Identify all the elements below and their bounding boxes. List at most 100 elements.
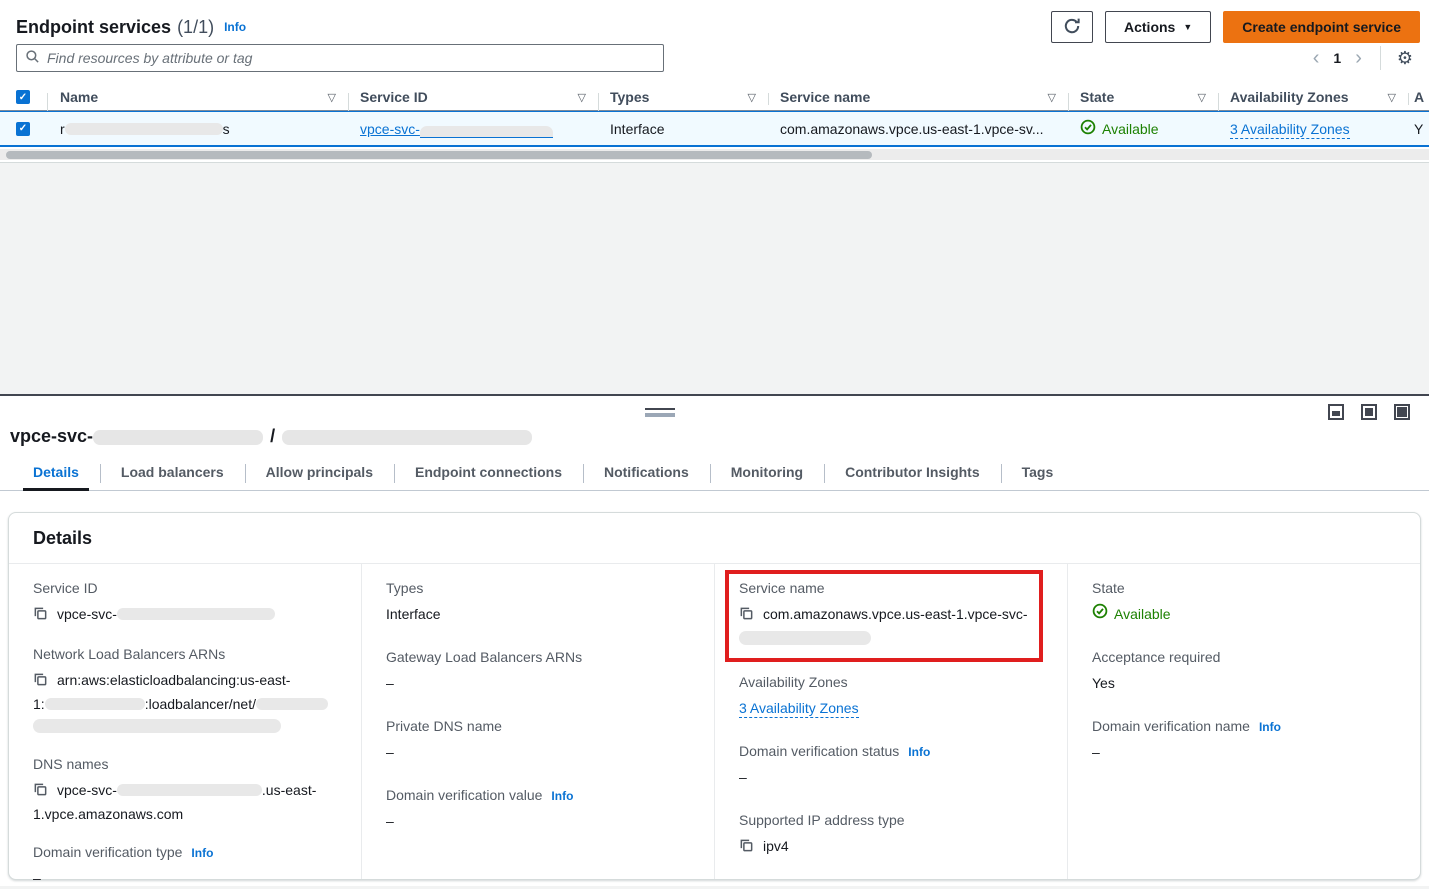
available-check-icon xyxy=(1080,119,1096,138)
redacted-text xyxy=(33,719,281,733)
availability-zones-popover-link[interactable]: 3 Availability Zones xyxy=(739,700,859,718)
tab-load-balancers[interactable]: Load balancers xyxy=(100,456,245,490)
panel-size-large-icon[interactable] xyxy=(1394,404,1410,420)
split-panel: vpce-svc-/ Details Load balancers Allow … xyxy=(0,394,1429,886)
horizontal-scrollbar-track[interactable] xyxy=(0,149,1429,160)
redacted-text xyxy=(739,631,871,645)
sort-icon[interactable]: ▽ xyxy=(328,91,336,104)
copy-icon[interactable] xyxy=(33,671,48,693)
info-link[interactable]: Info xyxy=(1259,720,1281,734)
field-nlb-arns: Network Load Balancers ARNs arn:aws:elas… xyxy=(33,646,337,737)
copy-icon[interactable] xyxy=(739,837,754,859)
field-service-name: Service name com.amazonaws.vpce.us-east-… xyxy=(739,580,1033,649)
service-id-link[interactable]: vpce-svc- xyxy=(360,121,420,137)
split-panel-drag-handle[interactable] xyxy=(645,408,675,417)
row-acceptance-cell: Y xyxy=(1408,121,1429,137)
prev-page-button[interactable]: ‹ xyxy=(1311,48,1322,68)
select-all-checkbox[interactable]: ✓ xyxy=(16,90,30,104)
service-name-highlight-box: Service name com.amazonaws.vpce.us-east-… xyxy=(725,570,1043,662)
available-check-icon xyxy=(1092,603,1108,625)
detail-tabs: Details Load balancers Allow principals … xyxy=(0,456,1429,491)
field-glb-arns: Gateway Load Balancers ARNs – xyxy=(386,649,690,694)
split-panel-size-controls xyxy=(1328,404,1410,420)
info-link[interactable]: Info xyxy=(191,846,213,860)
field-domain-verification-status: Domain verification status Info – xyxy=(739,743,1043,788)
row-availability-zones-cell: 3 Availability Zones xyxy=(1218,121,1408,137)
table-row[interactable]: ✓ rs vpce-svc- Interface com.amazonaws.v… xyxy=(0,111,1429,147)
resource-filter[interactable] xyxy=(16,44,664,72)
availability-zones-popover-link[interactable]: 3 Availability Zones xyxy=(1230,121,1350,139)
tab-monitoring[interactable]: Monitoring xyxy=(710,456,824,490)
redacted-text[interactable] xyxy=(420,126,553,138)
tab-details[interactable]: Details xyxy=(12,456,100,490)
tab-notifications[interactable]: Notifications xyxy=(583,456,710,490)
column-header-acceptance-partial[interactable]: A xyxy=(1408,89,1429,105)
field-domain-verification-name: Domain verification name Info – xyxy=(1092,718,1396,763)
refresh-button[interactable] xyxy=(1051,11,1093,43)
redacted-text xyxy=(282,430,532,445)
page-title: Endpoint services xyxy=(16,17,171,38)
redacted-text xyxy=(93,430,263,445)
tab-endpoint-connections[interactable]: Endpoint connections xyxy=(394,456,583,490)
info-link[interactable]: Info xyxy=(908,745,930,759)
redacted-text xyxy=(45,698,145,710)
details-column-4: State Available Acceptance xyxy=(1067,564,1420,879)
field-domain-verification-type: Domain verification type Info – xyxy=(33,844,337,889)
info-link[interactable]: Info xyxy=(551,789,573,803)
column-header-types[interactable]: Types ▽ xyxy=(598,89,768,105)
field-service-id: Service ID vpce-svc- xyxy=(33,580,337,627)
endpoint-services-table: ✓ Name ▽ Service ID ▽ Types ▽ Service na… xyxy=(0,84,1429,147)
header-info-link[interactable]: Info xyxy=(224,20,246,34)
field-acceptance-required: Acceptance required Yes xyxy=(1092,649,1396,694)
row-service-name-cell: com.amazonaws.vpce.us-east-1.vpce-sv... xyxy=(768,121,1068,137)
column-header-service-name[interactable]: Service name ▽ xyxy=(768,89,1068,105)
next-page-button[interactable]: › xyxy=(1353,48,1364,68)
sort-icon[interactable]: ▽ xyxy=(1198,91,1206,104)
endpoint-services-list-panel: Endpoint services (1/1) Info Actions ▼ C… xyxy=(0,0,1429,163)
copy-icon[interactable] xyxy=(33,605,48,627)
create-endpoint-service-button[interactable]: Create endpoint service xyxy=(1223,11,1420,43)
state-text: Available xyxy=(1102,121,1159,137)
copy-icon[interactable] xyxy=(33,781,48,803)
field-private-dns-name: Private DNS name – xyxy=(386,718,690,763)
column-header-name[interactable]: Name ▽ xyxy=(48,89,348,105)
redacted-text xyxy=(117,784,262,796)
pagination: ‹ 1 › ⚙ xyxy=(1311,44,1413,72)
panel-size-medium-icon[interactable] xyxy=(1361,404,1377,420)
details-card: Details Service ID vpce-svc- Network Loa… xyxy=(8,512,1421,880)
field-availability-zones: Availability Zones 3 Availability Zones xyxy=(739,674,1043,719)
column-header-availability-zones[interactable]: Availability Zones ▽ xyxy=(1218,89,1408,105)
redacted-text xyxy=(117,608,275,620)
row-checkbox-cell: ✓ xyxy=(0,122,48,136)
refresh-icon xyxy=(1063,17,1081,38)
caret-down-icon: ▼ xyxy=(1183,22,1192,32)
list-header: Endpoint services (1/1) Info Actions ▼ C… xyxy=(16,10,1420,44)
sort-icon[interactable]: ▽ xyxy=(578,91,586,104)
row-checkbox[interactable]: ✓ xyxy=(16,122,30,136)
copy-icon[interactable] xyxy=(739,605,754,627)
tab-contributor-insights[interactable]: Contributor Insights xyxy=(824,456,1001,490)
column-header-state[interactable]: State ▽ xyxy=(1068,89,1218,105)
header-actions: Actions ▼ Create endpoint service xyxy=(1051,11,1420,43)
details-heading: Details xyxy=(33,528,92,549)
details-card-body: Service ID vpce-svc- Network Load Balanc… xyxy=(9,564,1420,879)
sort-icon[interactable]: ▽ xyxy=(1048,91,1056,104)
actions-label: Actions xyxy=(1124,19,1175,35)
row-state-cell: Available xyxy=(1068,119,1218,138)
selection-count: (1/1) xyxy=(177,17,214,38)
actions-dropdown-button[interactable]: Actions ▼ xyxy=(1105,11,1211,43)
column-header-service-id[interactable]: Service ID ▽ xyxy=(348,89,598,105)
tab-allow-principals[interactable]: Allow principals xyxy=(245,456,394,490)
details-card-header: Details xyxy=(9,513,1420,564)
search-input[interactable] xyxy=(47,50,655,66)
redacted-text xyxy=(256,698,328,710)
sort-icon[interactable]: ▽ xyxy=(748,91,756,104)
tab-tags[interactable]: Tags xyxy=(1001,456,1075,490)
table-header-row: ✓ Name ▽ Service ID ▽ Types ▽ Service na… xyxy=(0,84,1429,111)
field-supported-ip-type: Supported IP address type ipv4 xyxy=(739,812,1043,859)
preferences-gear-icon[interactable]: ⚙ xyxy=(1397,49,1413,67)
field-dns-names: DNS names vpce-svc-.us-east- 1.vpce.amaz… xyxy=(33,756,337,825)
sort-icon[interactable]: ▽ xyxy=(1388,91,1396,104)
panel-size-small-icon[interactable] xyxy=(1328,404,1344,420)
horizontal-scrollbar-thumb[interactable] xyxy=(6,151,872,159)
